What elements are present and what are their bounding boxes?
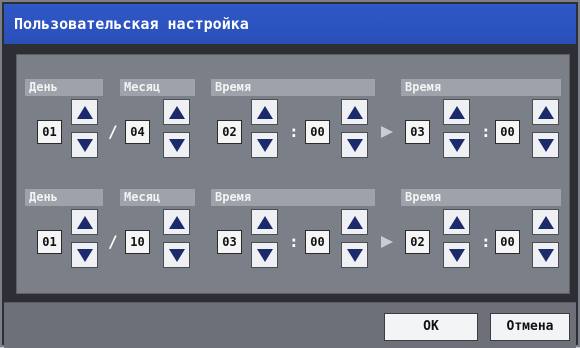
month-header: Месяц (120, 189, 195, 206)
ok-button[interactable]: OK (384, 313, 478, 341)
day-header: День (25, 189, 103, 206)
month-value[interactable]: 10 (125, 230, 150, 254)
end-minute-down-button[interactable] (532, 132, 559, 158)
start-time-header: Время (211, 79, 375, 96)
dialog-title: Пользовательская настройка (14, 15, 249, 33)
settings-panel: День Месяц Время Время 01 / 04 02 : 00 0… (16, 54, 570, 294)
start-minute-up-button[interactable] (341, 209, 368, 235)
down-arrow-icon (76, 138, 93, 152)
start-hour-value[interactable]: 02 (217, 120, 242, 144)
dialog-window: Пользовательская настройка День Месяц Вр… (0, 0, 580, 348)
month-down-button[interactable] (163, 242, 190, 268)
end-hour-down-button[interactable] (443, 132, 470, 158)
up-arrow-icon (537, 105, 554, 119)
up-arrow-icon (256, 215, 273, 229)
up-arrow-icon (168, 105, 185, 119)
day-header: День (25, 79, 103, 96)
date-separator: / (108, 122, 118, 141)
up-arrow-icon (346, 215, 363, 229)
month-header: Месяц (120, 79, 195, 96)
start-minute-down-button[interactable] (341, 132, 368, 158)
end-minute-value[interactable]: 00 (495, 120, 520, 144)
down-arrow-icon (168, 138, 185, 152)
day-down-button[interactable] (71, 242, 98, 268)
time-separator: : (289, 232, 299, 251)
month-value[interactable]: 04 (125, 120, 150, 144)
month-down-button[interactable] (163, 132, 190, 158)
time-separator: : (289, 122, 299, 141)
title-bar: Пользовательская настройка (4, 4, 576, 44)
end-hour-down-button[interactable] (443, 242, 470, 268)
day-up-button[interactable] (71, 209, 98, 235)
up-arrow-icon (76, 105, 93, 119)
day-value[interactable]: 01 (37, 120, 62, 144)
up-arrow-icon (76, 215, 93, 229)
end-hour-value[interactable]: 02 (405, 230, 430, 254)
up-arrow-icon (448, 105, 465, 119)
down-arrow-icon (76, 248, 93, 262)
end-hour-up-button[interactable] (443, 99, 470, 125)
end-hour-value[interactable]: 03 (405, 120, 430, 144)
down-arrow-icon (256, 248, 273, 262)
start-minute-value[interactable]: 00 (305, 120, 330, 144)
up-arrow-icon (537, 215, 554, 229)
start-hour-up-button[interactable] (251, 99, 278, 125)
end-minute-up-button[interactable] (532, 99, 559, 125)
down-arrow-icon (168, 248, 185, 262)
start-hour-up-button[interactable] (251, 209, 278, 235)
cancel-button[interactable]: Отмена (490, 313, 570, 341)
start-hour-value[interactable]: 03 (217, 230, 242, 254)
up-arrow-icon (346, 105, 363, 119)
dialog-footer: OK Отмена (4, 302, 576, 348)
day-down-button[interactable] (71, 132, 98, 158)
start-minute-value[interactable]: 00 (305, 230, 330, 254)
down-arrow-icon (448, 248, 465, 262)
up-arrow-icon (168, 215, 185, 229)
time-separator: : (481, 232, 491, 251)
end-minute-down-button[interactable] (532, 242, 559, 268)
date-separator: / (108, 232, 118, 251)
down-arrow-icon (537, 248, 554, 262)
end-time-header: Время (401, 79, 561, 96)
end-minute-value[interactable]: 00 (495, 230, 520, 254)
up-arrow-icon (448, 215, 465, 229)
down-arrow-icon (537, 138, 554, 152)
start-minute-down-button[interactable] (341, 242, 368, 268)
start-hour-down-button[interactable] (251, 132, 278, 158)
start-hour-down-button[interactable] (251, 242, 278, 268)
day-value[interactable]: 01 (37, 230, 62, 254)
right-arrow-icon (381, 236, 393, 248)
month-up-button[interactable] (163, 209, 190, 235)
end-minute-up-button[interactable] (532, 209, 559, 235)
up-arrow-icon (256, 105, 273, 119)
down-arrow-icon (346, 248, 363, 262)
start-time-header: Время (211, 189, 375, 206)
time-separator: : (481, 122, 491, 141)
down-arrow-icon (448, 138, 465, 152)
end-time-header: Время (401, 189, 561, 206)
month-up-button[interactable] (163, 99, 190, 125)
right-arrow-icon (381, 126, 393, 138)
down-arrow-icon (346, 138, 363, 152)
day-up-button[interactable] (71, 99, 98, 125)
start-minute-up-button[interactable] (341, 99, 368, 125)
down-arrow-icon (256, 138, 273, 152)
end-hour-up-button[interactable] (443, 209, 470, 235)
